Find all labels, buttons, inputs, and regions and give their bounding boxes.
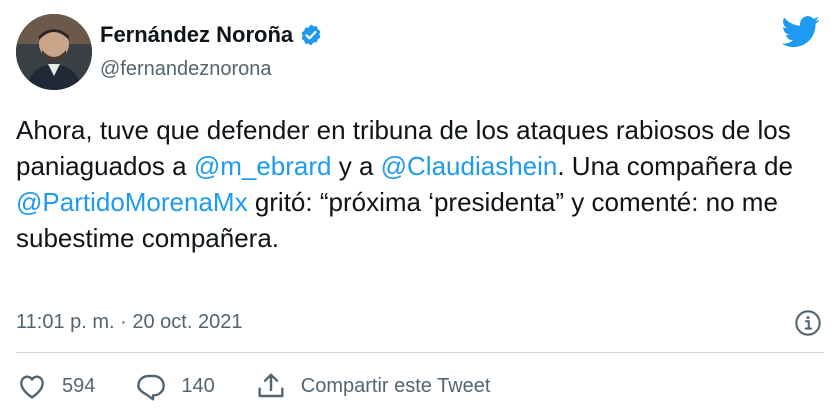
- share-button[interactable]: Compartir este Tweet: [255, 370, 491, 402]
- avatar-image: [16, 14, 92, 90]
- reply-button[interactable]: 140: [135, 370, 215, 402]
- user-handle[interactable]: @fernandeznorona: [100, 58, 272, 81]
- divider: [16, 352, 824, 353]
- reply-count: 140: [181, 374, 215, 397]
- display-name[interactable]: Fernández Noroña: [100, 22, 323, 48]
- heart-icon: [20, 375, 44, 399]
- mention-link[interactable]: @m_ebrard: [194, 151, 332, 181]
- tweet-card: Fernández Noroña @fernandeznorona Ahora,…: [0, 0, 840, 413]
- tweet-timestamp[interactable]: 11:01 p. m. · 20 oct. 2021: [16, 311, 242, 334]
- avatar[interactable]: [16, 14, 92, 90]
- verified-badge-icon: [301, 24, 321, 46]
- share-label: Compartir este Tweet: [300, 374, 491, 397]
- like-count: 594: [62, 374, 96, 397]
- mention-link[interactable]: @Claudiashein: [381, 151, 558, 181]
- display-name-text: Fernández Noroña: [100, 22, 294, 47]
- tweet-text-segment: y a: [331, 151, 381, 181]
- like-button[interactable]: 594: [16, 370, 95, 402]
- share-icon: [258, 373, 284, 398]
- info-icon[interactable]: [794, 309, 822, 337]
- tweet-text: Ahora, tuve que defender en tribuna de l…: [16, 112, 816, 256]
- tweet-text-segment: . Una compañera de: [557, 151, 793, 181]
- reply-icon: [137, 374, 166, 401]
- mention-link[interactable]: @PartidoMorenaMx: [16, 187, 248, 217]
- action-bar: 594 140 Compartir este Tweet: [16, 370, 530, 402]
- twitter-bird-icon[interactable]: [782, 16, 820, 48]
